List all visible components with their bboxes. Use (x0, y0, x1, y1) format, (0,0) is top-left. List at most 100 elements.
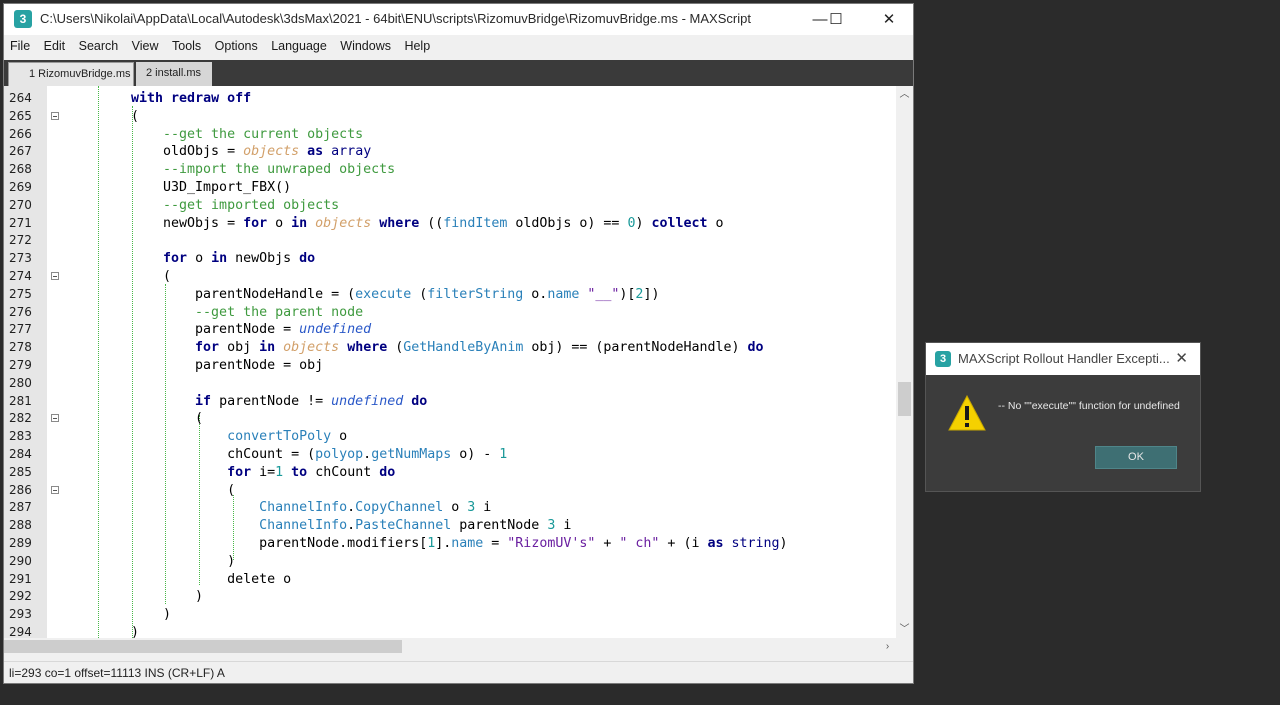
code-text: for obj in objects where (GetHandleByAni… (195, 340, 764, 356)
line-number: 280 (9, 375, 32, 390)
code-text: oldObjs = objects as array (131, 144, 372, 160)
code-line: 281 if parentNode != undefined do (4, 393, 896, 411)
code-text: ChannelInfo.PasteChannel parentNode 3 i (259, 518, 572, 534)
code-text: newObjs = for o in objects where ((findI… (131, 215, 724, 231)
menu-windows[interactable]: Windows (337, 37, 394, 55)
code-text: for i=1 to chCount do (227, 464, 396, 480)
code-text: ) (131, 625, 140, 638)
code-line: 269 U3D_Import_FBX() (4, 179, 896, 197)
code-text: --get the parent node (131, 304, 364, 320)
code-line: 279 parentNode = obj (4, 357, 896, 375)
horizontal-scroll-thumb[interactable] (4, 640, 402, 653)
code-lines: 264 with redraw off 265 (266 --get the curr… (4, 86, 896, 638)
code-line: 275 parentNodeHandle = (execute (filterS… (4, 286, 896, 304)
code-line: 290 ) (4, 553, 896, 571)
line-number: 269 (9, 180, 32, 194)
code-text: --get the current objects (131, 126, 364, 142)
code-text: ) (131, 553, 236, 569)
menu-search[interactable]: Search (76, 37, 122, 55)
vertical-scroll-thumb[interactable] (898, 382, 911, 416)
code-line: 288 ChannelInfo.PasteChannel parentNode … (4, 517, 896, 535)
exception-dialog: 3 MAXScript Rollout Handler Excepti... ✕… (925, 342, 1201, 492)
scroll-up-icon[interactable]: ︿ (896, 86, 913, 103)
line-number: 294 (9, 625, 32, 638)
status-bar: li=293 co=1 offset=11113 INS (CR+LF) A (4, 661, 913, 683)
code-text: parentNode = obj (131, 358, 324, 373)
code-line: 276 --get the parent node (4, 304, 896, 322)
code-line: 265 ( (4, 108, 896, 126)
code-line: 283 convertToPoly o (4, 428, 896, 446)
horizontal-scrollbar[interactable]: › (4, 638, 896, 655)
line-number: 292 (9, 589, 32, 604)
line-number: 276 (9, 304, 32, 319)
line-number: 290 (9, 553, 32, 568)
line-number: 283 (9, 429, 32, 444)
code-text: ( (131, 482, 236, 498)
menu-options[interactable]: Options (212, 37, 261, 55)
code-text: --import the unwraped objects (131, 162, 396, 178)
line-number: 285 (9, 464, 32, 479)
scroll-down-icon[interactable]: ﹀ (896, 621, 913, 638)
ok-button[interactable]: OK (1095, 446, 1177, 469)
code-text: U3D_Import_FBX() (131, 180, 292, 195)
code-line: 277 parentNode = undefined (4, 321, 896, 339)
line-number: 268 (9, 162, 32, 177)
code-line: 280 (4, 375, 896, 393)
code-line: 274 ( (4, 268, 896, 286)
menu-tools[interactable]: Tools (169, 37, 204, 55)
code-line: 286 ( (4, 482, 896, 500)
vertical-scrollbar[interactable]: ︿ ﹀ (896, 86, 913, 638)
dialog-title-bar: 3 MAXScript Rollout Handler Excepti... ✕ (926, 343, 1200, 375)
code-line: 291 delete o (4, 571, 896, 589)
dialog-message: -- No ""execute"" function for undefined (998, 400, 1180, 412)
fold-toggle-icon[interactable] (51, 485, 59, 494)
tab-install[interactable]: 2 install.ms (136, 62, 212, 86)
line-number: 287 (9, 500, 32, 515)
scroll-right-icon[interactable]: › (879, 638, 896, 655)
code-text: ( (131, 411, 204, 427)
code-line: 273 for o in newObjs do (4, 250, 896, 268)
menu-help[interactable]: Help (401, 37, 433, 55)
maxscript-editor-window: 3 C:\Users\Nikolai\AppData\Local\Autodes… (3, 3, 914, 684)
line-number: 275 (9, 286, 32, 301)
code-text: with redraw off (131, 91, 252, 106)
line-number: 288 (9, 518, 32, 533)
file-tab-strip: 1 RizomuvBridge.ms 2 install.ms (4, 60, 913, 86)
maxscript-app-icon: 3 (14, 10, 32, 28)
menu-view[interactable]: View (129, 37, 162, 55)
code-line: 282 ( (4, 410, 896, 428)
tab-rizomuvbridge[interactable]: 1 RizomuvBridge.ms (8, 62, 134, 86)
menu-edit[interactable]: Edit (41, 37, 69, 55)
menu-language[interactable]: Language (268, 37, 330, 55)
code-line: 268 --import the unwraped objects (4, 161, 896, 179)
code-text: --get imported objects (131, 197, 340, 213)
code-line: 272 (4, 232, 896, 250)
code-text: if parentNode != undefined do (195, 393, 428, 409)
code-text: parentNode.modifiers[1].name = "RizomUV'… (131, 536, 788, 551)
close-button[interactable]: ✕ (866, 4, 912, 35)
fold-toggle-icon[interactable] (51, 111, 59, 120)
warning-icon (948, 395, 986, 431)
maximize-button[interactable]: ☐ (813, 4, 859, 35)
window-title: C:\Users\Nikolai\AppData\Local\Autodesk\… (40, 11, 751, 26)
code-text: for o in newObjs do (163, 251, 316, 267)
fold-toggle-icon[interactable] (51, 414, 59, 423)
code-line: 284 chCount = (polyop.getNumMaps o) - 1 (4, 446, 896, 464)
code-line: 292 ) (4, 588, 896, 606)
fold-toggle-icon[interactable] (51, 272, 59, 280)
menu-file[interactable]: File (7, 37, 33, 55)
dialog-close-icon[interactable]: ✕ (1175, 349, 1188, 367)
code-line: 266 --get the current objects (4, 126, 896, 144)
line-number: 293 (9, 607, 32, 622)
code-text: convertToPoly o (227, 429, 348, 445)
code-text: ( (131, 108, 140, 124)
code-line: 287 ChannelInfo.CopyChannel o 3 i (4, 499, 896, 517)
code-text: ) (131, 607, 172, 623)
code-line: 271 newObjs = for o in objects where ((f… (4, 215, 896, 233)
line-number: 291 (9, 571, 32, 586)
line-number: 264 (9, 91, 32, 105)
line-number: 281 (9, 393, 32, 408)
line-number: 277 (9, 322, 32, 337)
code-editor[interactable]: 264 with redraw off 265 (266 --get the curr… (4, 86, 913, 638)
title-bar: 3 C:\Users\Nikolai\AppData\Local\Autodes… (4, 4, 913, 35)
